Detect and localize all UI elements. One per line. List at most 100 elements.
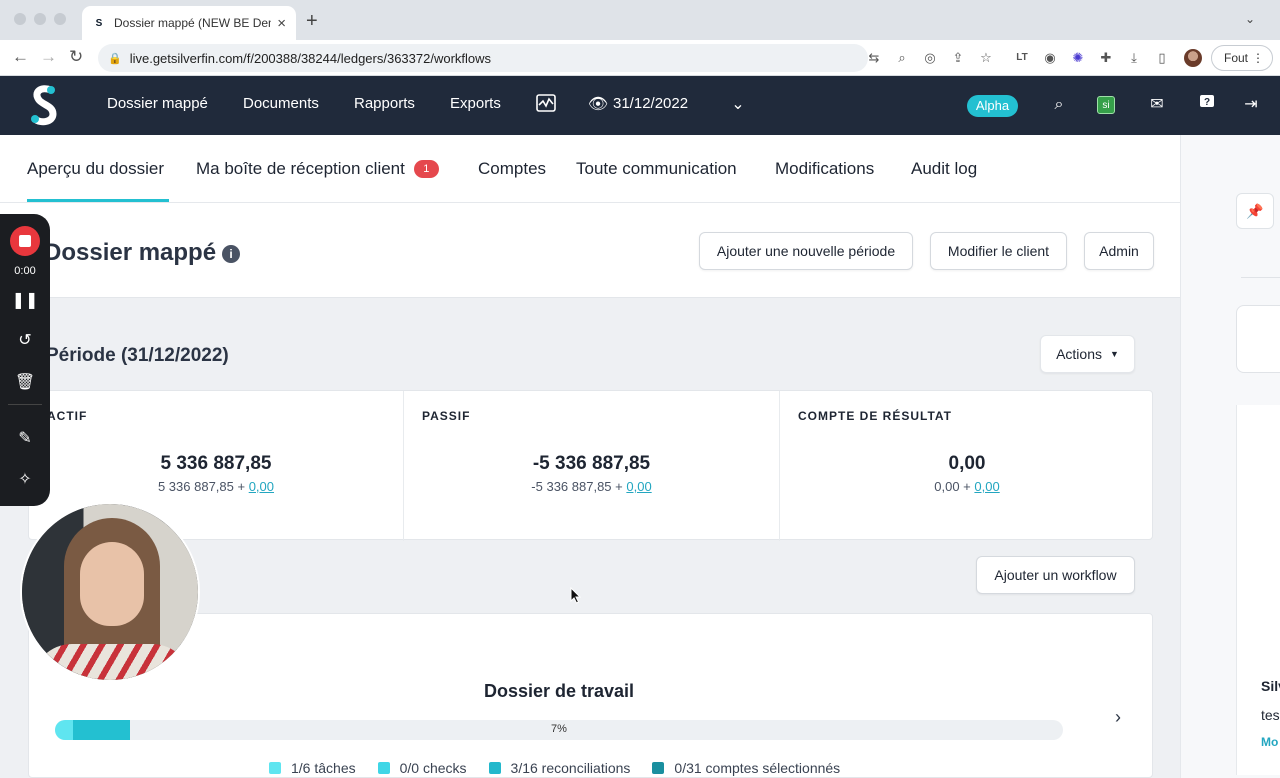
summary-heading: PASSIF	[422, 409, 471, 423]
screen-recorder-toolbar: 0:00 ❚❚ ↺ 🗑 ✎ ✧	[0, 214, 50, 506]
trash-icon[interactable]: 🗑	[0, 372, 50, 392]
tab-audit-log[interactable]: Audit log	[911, 159, 977, 179]
summary-value: -5 336 887,85	[532, 453, 651, 474]
window-minimize-dot[interactable]	[34, 13, 46, 25]
period-title: Période (31/12/2022)	[46, 345, 229, 366]
stop-recording-button[interactable]	[10, 226, 40, 256]
webcam-bubble[interactable]	[20, 502, 200, 682]
pen-icon[interactable]: ✎	[0, 428, 50, 448]
logout-icon[interactable]: ⇥	[1240, 94, 1262, 116]
eye-off-icon[interactable]: ◎	[921, 49, 939, 67]
tab-close-icon[interactable]: ×	[277, 15, 286, 32]
url-text: live.getsilverfin.com/f/200388/38244/led…	[129, 50, 492, 66]
legend-swatch	[269, 762, 281, 774]
tab-comptes[interactable]: Comptes	[478, 159, 546, 179]
svg-text:?: ?	[1204, 97, 1210, 108]
app-header: Dossier mappé Documents Rapports Exports…	[0, 76, 1280, 135]
info-icon[interactable]: i	[222, 245, 241, 263]
new-tab-icon[interactable]: +	[306, 10, 318, 33]
summary-passif: PASSIF -5 336 887,85 -5 336 887,85 + 0,0…	[403, 391, 779, 541]
right-panel: 📌 Silv tes Mo	[1180, 135, 1280, 778]
help-icon[interactable]: ?	[1196, 94, 1218, 116]
forward-arrow-icon[interactable]: →	[40, 47, 57, 67]
legend-swatch	[652, 762, 665, 774]
summary-extra-link[interactable]: 0,00	[626, 479, 651, 494]
nav-exports[interactable]: Exports	[450, 95, 501, 112]
profile-avatar[interactable]	[1184, 49, 1202, 67]
legend-swatch	[377, 762, 390, 774]
si-app-icon[interactable]: si	[1097, 96, 1115, 114]
tab-modifications[interactable]: Modifications	[775, 159, 874, 179]
bookmark-star-icon[interactable]: ☆	[977, 49, 995, 67]
extension-circle-icon[interactable]: ◉	[1041, 49, 1059, 67]
add-workflow-button[interactable]: Ajouter un workflow	[976, 556, 1135, 594]
pin-icon[interactable]: 📌	[1236, 193, 1274, 229]
nav-dossier-mappe[interactable]: Dossier mappé	[107, 95, 208, 112]
extensions-puzzle-icon[interactable]: ✚	[1097, 49, 1115, 67]
extension-flower-icon[interactable]: ✺	[1069, 49, 1087, 67]
summary-base: -5 336 887,85 +	[531, 479, 623, 494]
legend-item: 1/6 tâches	[269, 760, 356, 776]
summary-breakdown: -5 336 887,85 + 0,00	[404, 479, 779, 494]
lock-icon: 🔒	[108, 52, 122, 65]
tab-list-chevron-icon[interactable]: ⌄	[1245, 12, 1255, 26]
legend-label: 0/31 comptes sélectionnés	[674, 760, 841, 776]
tab-toute-communication[interactable]: Toute communication	[576, 159, 737, 179]
legend-item: 0/31 comptes sélectionnés	[652, 760, 840, 776]
chevron-down-icon[interactable]: ⌄	[727, 94, 749, 116]
nav-documents[interactable]: Documents	[243, 95, 319, 112]
legend-label: 3/16 reconciliations	[510, 760, 631, 776]
restart-icon[interactable]: ↺	[0, 330, 50, 350]
page-title-text: Dossier mappé	[44, 239, 217, 266]
profile-error-button[interactable]: Fout ⋮	[1211, 45, 1273, 71]
reload-icon[interactable]: ↻	[69, 47, 83, 67]
silverfin-logo-icon[interactable]	[29, 84, 61, 126]
divider	[1241, 277, 1280, 278]
browser-tab[interactable]: S Dossier mappé (NEW BE Demo ×	[82, 6, 296, 40]
eye-icon[interactable]: 👁	[587, 94, 609, 116]
mail-icon[interactable]: ✉	[1146, 94, 1168, 116]
tab-boite-de-reception[interactable]: Ma boîte de réception client 1	[196, 159, 439, 179]
actions-dropdown[interactable]: Actions ▼	[1040, 335, 1135, 373]
side-more-link[interactable]: Mo	[1261, 735, 1278, 749]
period-selector[interactable]: 31/12/2022	[613, 95, 688, 112]
progress-percent: 7%	[551, 723, 567, 735]
side-text-1: Silv	[1261, 678, 1280, 694]
chevron-right-icon[interactable]: ›	[1115, 707, 1121, 728]
translate-icon[interactable]: ⇆	[865, 49, 883, 67]
browser-tab-bar: S Dossier mappé (NEW BE Demo × + ⌄	[0, 0, 1280, 40]
edit-client-button[interactable]: Modifier le client	[930, 232, 1067, 270]
side-widget[interactable]	[1236, 305, 1280, 373]
magic-wand-icon[interactable]: ✧	[0, 469, 50, 489]
window-zoom-dot[interactable]	[54, 13, 66, 25]
legend-label: 1/6 tâches	[291, 760, 356, 776]
share-icon[interactable]: ⇪	[949, 49, 967, 67]
download-icon[interactable]: ⤓	[1125, 49, 1143, 67]
legend-item: 0/0 checks	[377, 760, 467, 776]
sidebar-toggle-icon[interactable]: ▯	[1153, 49, 1171, 67]
zoom-icon[interactable]: ⌕	[893, 49, 911, 67]
webcam-shirt	[32, 644, 192, 680]
extension-lt-icon[interactable]: LT	[1013, 49, 1031, 67]
search-icon[interactable]: ⌕	[1048, 94, 1070, 116]
back-arrow-icon[interactable]: ←	[12, 47, 29, 67]
summary-extra-link[interactable]: 0,00	[249, 479, 274, 494]
alpha-badge[interactable]: Alpha	[967, 95, 1018, 117]
summary-value: 0,00	[948, 453, 986, 474]
window-close-dot[interactable]	[14, 13, 26, 25]
activity-chart-icon[interactable]	[535, 94, 557, 116]
divider	[8, 404, 42, 405]
tab-apercu-du-dossier[interactable]: Aperçu du dossier	[27, 159, 164, 179]
pause-icon[interactable]: ❚❚	[0, 290, 50, 310]
legend-label: 0/0 checks	[399, 760, 467, 776]
workflow-progress-bar: 7%	[55, 720, 1063, 740]
nav-rapports[interactable]: Rapports	[354, 95, 415, 112]
tab-boite-label: Ma boîte de réception client	[196, 159, 405, 178]
page-header: Dossier mappé i Ajouter une nouvelle péri…	[0, 203, 1180, 298]
active-tab-indicator	[27, 199, 169, 202]
admin-button[interactable]: Admin	[1084, 232, 1154, 270]
summary-extra-link[interactable]: 0,00	[974, 479, 999, 494]
address-bar[interactable]: 🔒 live.getsilverfin.com/f/200388/38244/l…	[98, 44, 868, 72]
add-period-button[interactable]: Ajouter une nouvelle période	[699, 232, 913, 270]
summary-breakdown: 5 336 887,85 + 0,00	[29, 479, 403, 494]
